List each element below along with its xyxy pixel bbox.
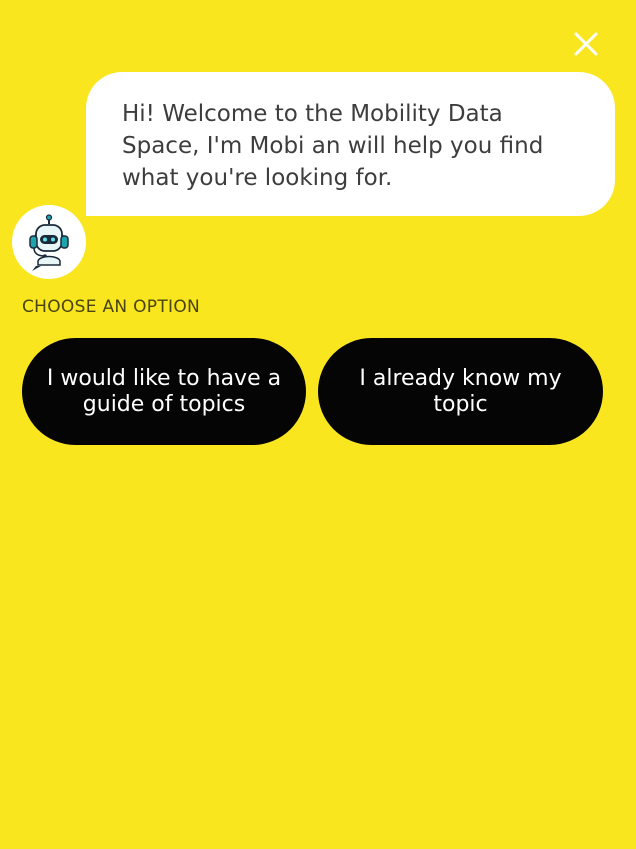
robot-headset-icon [29, 214, 69, 271]
know-my-topic-button[interactable]: I already know my topic [318, 338, 603, 445]
welcome-message: Hi! Welcome to the Mobility Data Space, … [122, 101, 544, 191]
guide-of-topics-label: I would like to have a guide of topics [46, 365, 282, 417]
guide-of-topics-button[interactable]: I would like to have a guide of topics [22, 338, 306, 445]
close-icon [574, 32, 598, 56]
bot-avatar [12, 205, 86, 279]
bot-message-bubble: Hi! Welcome to the Mobility Data Space, … [86, 72, 615, 216]
close-button[interactable] [571, 29, 601, 59]
know-my-topic-label: I already know my topic [359, 365, 562, 417]
choose-option-heading: CHOOSE AN OPTION [22, 297, 201, 317]
